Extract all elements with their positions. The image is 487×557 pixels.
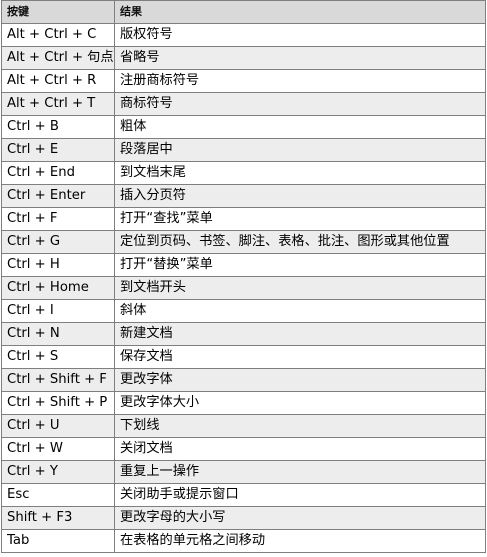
shortcut-keys-cell: Ctrl + S bbox=[1, 345, 115, 369]
table-row: Ctrl + Shift + P 更改字体大小 bbox=[1, 391, 486, 415]
shortcut-result-cell: 注册商标符号 bbox=[114, 69, 486, 93]
shortcut-result-cell: 到文档开头 bbox=[114, 276, 486, 300]
shortcut-keys-cell: Ctrl + Shift + F bbox=[1, 368, 115, 392]
shortcut-keys-cell: Ctrl + Enter bbox=[1, 184, 115, 208]
shortcut-keys-cell: Ctrl + N bbox=[1, 322, 115, 346]
shortcut-keys-cell: Ctrl + W bbox=[1, 437, 115, 461]
shortcut-keys-cell: Ctrl + Home bbox=[1, 276, 115, 300]
shortcut-keys-cell: Ctrl + E bbox=[1, 138, 115, 162]
shortcut-result-cell: 定位到页码、书签、脚注、表格、批注、图形或其他位置 bbox=[114, 230, 486, 254]
shortcut-keys-cell: Ctrl + H bbox=[1, 253, 115, 277]
shortcut-result-cell: 在表格的单元格之间移动 bbox=[114, 529, 486, 553]
shortcut-result-cell: 更改字母的大小写 bbox=[114, 506, 486, 530]
shortcut-result-cell: 下划线 bbox=[114, 414, 486, 438]
shortcut-result-cell: 打开“替换”菜单 bbox=[114, 253, 486, 277]
table-row: Ctrl + H 打开“替换”菜单 bbox=[1, 253, 486, 277]
shortcut-result-cell: 省略号 bbox=[114, 46, 486, 70]
table-row: Shift + F3 更改字母的大小写 bbox=[1, 506, 486, 530]
table-row: Ctrl + S 保存文档 bbox=[1, 345, 486, 369]
column-header-keys: 按键 bbox=[1, 0, 115, 24]
table-row: Tab 在表格的单元格之间移动 bbox=[1, 529, 486, 553]
table-row: Ctrl + Enter 插入分页符 bbox=[1, 184, 486, 208]
table-row: Alt + Ctrl + 句点 省略号 bbox=[1, 46, 486, 70]
shortcut-keys-cell: Ctrl + F bbox=[1, 207, 115, 231]
shortcut-keys-cell: Shift + F3 bbox=[1, 506, 115, 530]
shortcut-result-cell: 关闭助手或提示窗口 bbox=[114, 483, 486, 507]
shortcut-keys-cell: Tab bbox=[1, 529, 115, 553]
shortcut-keys-cell: Ctrl + Shift + P bbox=[1, 391, 115, 415]
shortcut-result-cell: 打开“查找”菜单 bbox=[114, 207, 486, 231]
shortcut-result-cell: 插入分页符 bbox=[114, 184, 486, 208]
shortcut-result-cell: 重复上一操作 bbox=[114, 460, 486, 484]
table-row: Esc 关闭助手或提示窗口 bbox=[1, 483, 486, 507]
table-row: Ctrl + End 到文档末尾 bbox=[1, 161, 486, 185]
shortcut-result-cell: 商标符号 bbox=[114, 92, 486, 116]
shortcut-keys-cell: Esc bbox=[1, 483, 115, 507]
shortcut-keys-cell: Alt + Ctrl + T bbox=[1, 92, 115, 116]
shortcut-keys-cell: Ctrl + G bbox=[1, 230, 115, 254]
table-row: Ctrl + Home 到文档开头 bbox=[1, 276, 486, 300]
table-row: Alt + Ctrl + C 版权符号 bbox=[1, 23, 486, 47]
shortcut-keys-cell: Ctrl + U bbox=[1, 414, 115, 438]
shortcut-result-cell: 新建文档 bbox=[114, 322, 486, 346]
shortcut-keys-cell: Alt + Ctrl + 句点 bbox=[1, 46, 115, 70]
shortcut-keys-cell: Ctrl + I bbox=[1, 299, 115, 323]
shortcut-result-cell: 更改字体 bbox=[114, 368, 486, 392]
shortcut-result-cell: 段落居中 bbox=[114, 138, 486, 162]
column-header-result: 结果 bbox=[114, 0, 486, 24]
table-header-row: 按键 结果 bbox=[1, 0, 486, 24]
table-row: Ctrl + Shift + F 更改字体 bbox=[1, 368, 486, 392]
shortcut-result-cell: 保存文档 bbox=[114, 345, 486, 369]
table-row: Ctrl + G 定位到页码、书签、脚注、表格、批注、图形或其他位置 bbox=[1, 230, 486, 254]
shortcut-result-cell: 更改字体大小 bbox=[114, 391, 486, 415]
table-row: Ctrl + I 斜体 bbox=[1, 299, 486, 323]
shortcut-result-cell: 版权符号 bbox=[114, 23, 486, 47]
table-row: Alt + Ctrl + R 注册商标符号 bbox=[1, 69, 486, 93]
shortcut-keys-cell: Alt + Ctrl + R bbox=[1, 69, 115, 93]
shortcut-result-cell: 关闭文档 bbox=[114, 437, 486, 461]
shortcut-keys-cell: Ctrl + B bbox=[1, 115, 115, 139]
table-row: Ctrl + N 新建文档 bbox=[1, 322, 486, 346]
table-row: Ctrl + Y 重复上一操作 bbox=[1, 460, 486, 484]
shortcut-table: 按键 结果 Alt + Ctrl + C 版权符号 Alt + Ctrl + 句点省… bbox=[1, 0, 486, 553]
table-row: Ctrl + F 打开“查找”菜单 bbox=[1, 207, 486, 231]
table-row: Ctrl + E 段落居中 bbox=[1, 138, 486, 162]
shortcut-result-cell: 斜体 bbox=[114, 299, 486, 323]
table-row: Ctrl + U 下划线 bbox=[1, 414, 486, 438]
table-row: Ctrl + B 粗体 bbox=[1, 115, 486, 139]
shortcut-result-cell: 到文档末尾 bbox=[114, 161, 486, 185]
shortcut-keys-cell: Ctrl + End bbox=[1, 161, 115, 185]
table-row: Ctrl + W 关闭文档 bbox=[1, 437, 486, 461]
table-row: Alt + Ctrl + T 商标符号 bbox=[1, 92, 486, 116]
shortcut-keys-cell: Ctrl + Y bbox=[1, 460, 115, 484]
shortcut-result-cell: 粗体 bbox=[114, 115, 486, 139]
shortcut-keys-cell: Alt + Ctrl + C bbox=[1, 23, 115, 47]
